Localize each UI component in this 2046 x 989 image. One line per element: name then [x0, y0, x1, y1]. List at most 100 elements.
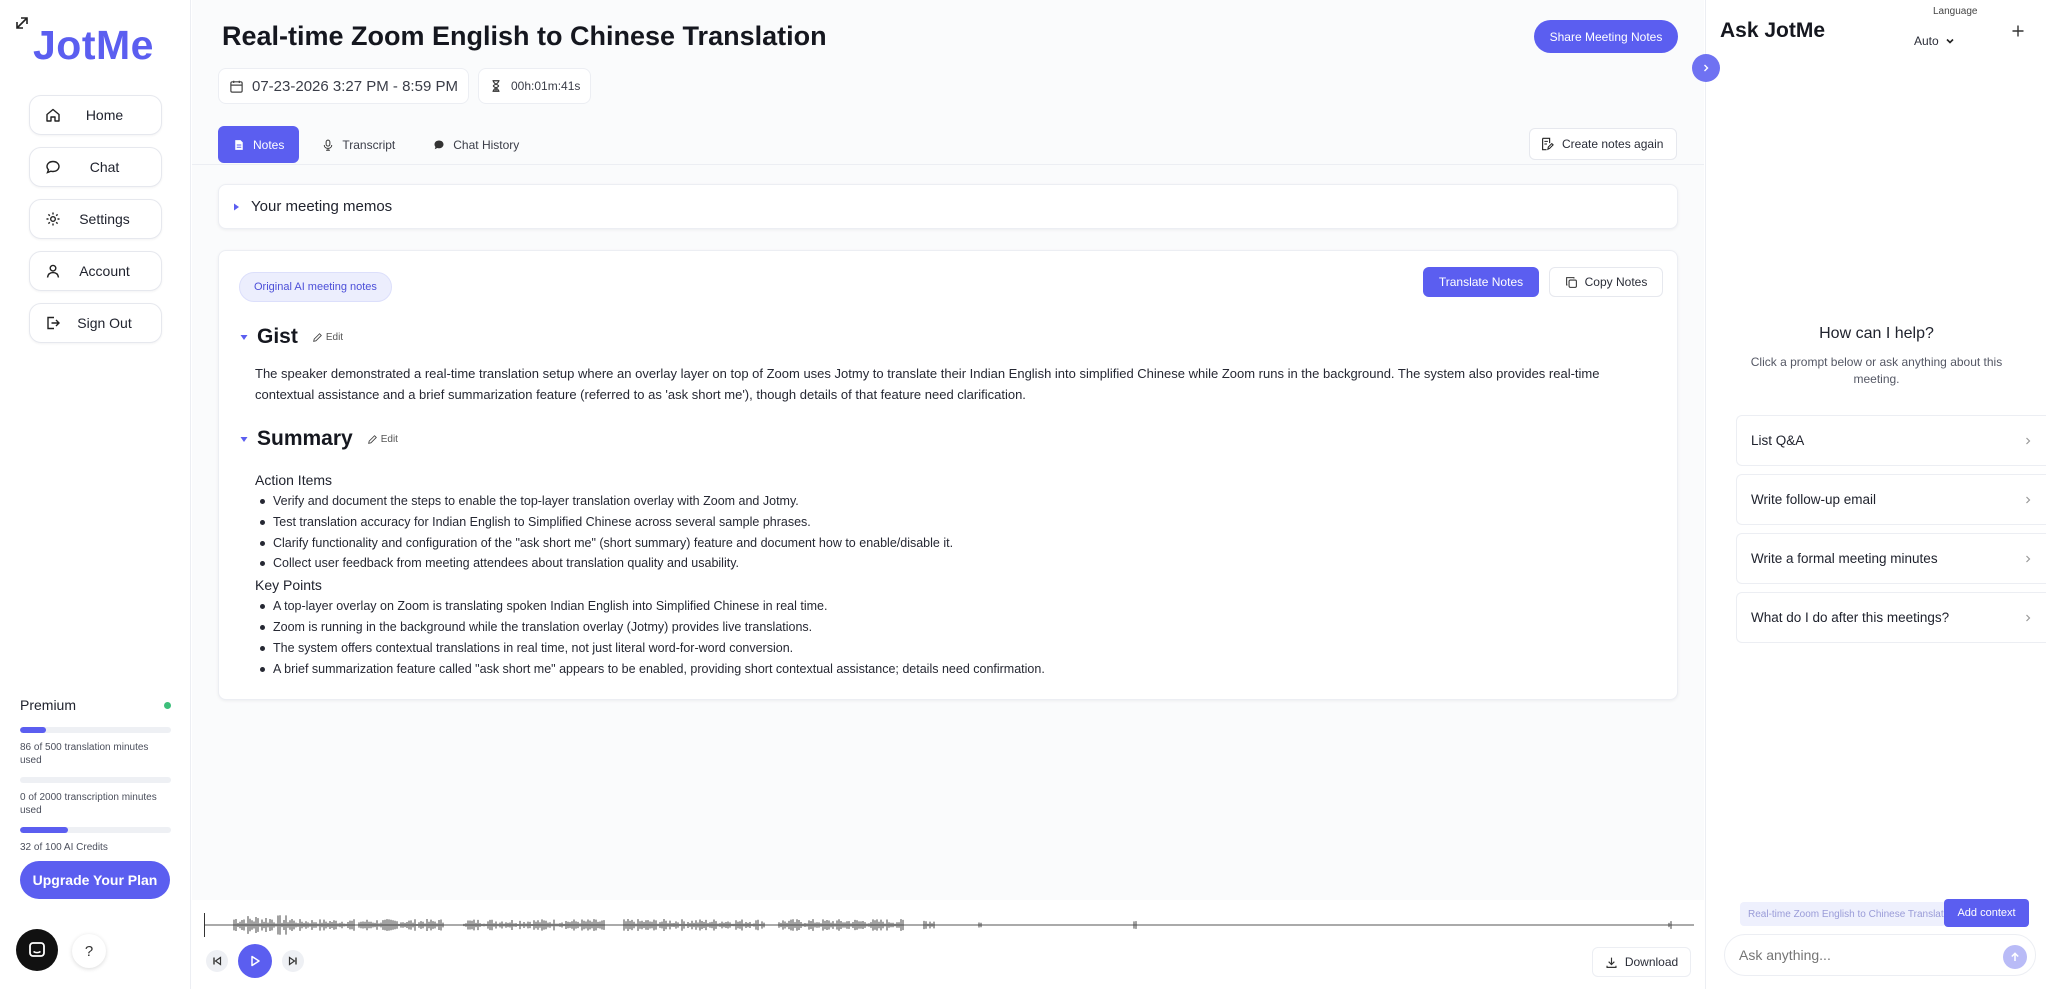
copy-notes-button[interactable]: Copy Notes [1549, 267, 1663, 297]
transcription-usage-meter [20, 777, 171, 783]
prompt-list: List Q&A Write follow-up email Write a f… [1736, 415, 2046, 651]
sidebar-item-home[interactable]: Home [29, 95, 162, 135]
prompt-label: Write follow-up email [1751, 492, 1877, 507]
help-button[interactable]: ? [72, 934, 106, 968]
send-button[interactable] [2003, 945, 2027, 969]
prompt-label: What do I do after this meetings? [1751, 610, 1950, 625]
calendar-icon [230, 80, 243, 93]
edit-gist-button[interactable]: Edit [312, 332, 343, 343]
copy-notes-label: Copy Notes [1584, 275, 1648, 289]
ai-credits-text: 32 of 100 AI Credits [20, 842, 108, 853]
key-points-heading: Key Points [255, 577, 322, 594]
plan-status-dot [164, 701, 171, 709]
meeting-datetime: 07-23-2026 3:27 PM - 8:59 PM [218, 68, 469, 104]
prompt-follow-up-email[interactable]: Write follow-up email [1736, 474, 2046, 525]
action-item: Test translation accuracy for Indian Eng… [255, 512, 1645, 533]
language-select[interactable]: Auto [1914, 30, 1974, 52]
collapse-icon [16, 17, 28, 29]
audio-waveform[interactable] [204, 912, 1694, 938]
chevron-down-icon [1946, 38, 1954, 44]
summary-title: Summary [257, 427, 353, 450]
gear-icon [44, 210, 62, 228]
sidebar: JotMe Home Chat Settings Account Sign Ou… [0, 0, 191, 989]
action-item: Clarify functionality and configuration … [255, 533, 1645, 554]
edit-label: Edit [325, 331, 344, 343]
context-chip[interactable]: Real-time Zoom English to Chinese Transl… [1740, 902, 1946, 926]
edit-summary-button[interactable]: Edit [367, 434, 398, 445]
action-items-heading: Action Items [255, 472, 333, 488]
meeting-memos-toggle[interactable]: Your meeting memos [218, 184, 1678, 229]
key-point: The system offers contextual translation… [255, 638, 1645, 659]
collapse-sidebar-button[interactable] [10, 11, 34, 35]
tab-label: Transcript [342, 137, 396, 152]
chevron-right-icon [2026, 614, 2031, 621]
create-notes-again-label: Create notes again [1562, 137, 1664, 151]
key-point: A brief summarization feature called "as… [255, 659, 1645, 680]
chevron-right-icon [1704, 64, 1709, 72]
summary-header: Summary Edit [239, 427, 398, 451]
new-chat-button[interactable] [2006, 19, 2030, 43]
sidebar-item-account[interactable]: Account [29, 251, 162, 291]
download-button[interactable]: Download [1592, 947, 1691, 977]
plus-icon [2012, 25, 2024, 37]
summary-body: Action Items Verify and document the ste… [255, 469, 1645, 679]
chat-bubble-icon [434, 140, 444, 149]
add-context-button[interactable]: Add context [1944, 899, 2029, 927]
chevron-right-icon [2026, 496, 2031, 503]
edit-note-icon [1542, 137, 1554, 151]
tab-transcript[interactable]: Transcript [307, 126, 410, 163]
chat-icon [44, 158, 62, 176]
tab-chat-history[interactable]: Chat History [418, 126, 534, 163]
language-value: Auto [1914, 34, 1939, 48]
prompt-label: Write a formal meeting minutes [1751, 551, 1938, 566]
support-chat-launcher[interactable] [16, 929, 58, 971]
main-content: Real-time Zoom English to Chinese Transl… [192, 0, 1704, 989]
logo: JotMe [33, 22, 154, 68]
document-icon [235, 139, 243, 150]
skip-forward-button[interactable] [282, 950, 304, 972]
share-meeting-notes-button[interactable]: Share Meeting Notes [1534, 20, 1678, 53]
prompt-next-steps[interactable]: What do I do after this meetings? [1736, 592, 2046, 643]
prompt-label: List Q&A [1751, 433, 1805, 448]
skip-forward-icon [288, 956, 297, 966]
notes-tabs: Notes Transcript Chat History [218, 126, 542, 163]
sidebar-item-sign-out[interactable]: Sign Out [29, 303, 162, 343]
key-point: Zoom is running in the background while … [255, 617, 1645, 638]
microphone-icon [324, 139, 333, 151]
ask-input[interactable] [1739, 947, 1989, 963]
sidebar-item-chat[interactable]: Chat [29, 147, 162, 187]
sidebar-item-label: Chat [89, 159, 120, 175]
translate-notes-button[interactable]: Translate Notes [1423, 267, 1539, 297]
gist-text: The speaker demonstrated a real-time tra… [255, 366, 1600, 402]
caret-down-icon[interactable] [239, 332, 249, 342]
collapse-assistant-button[interactable] [1692, 54, 1720, 82]
original-notes-badge[interactable]: Original AI meeting notes [239, 272, 392, 302]
user-icon [44, 262, 62, 280]
sidebar-item-settings[interactable]: Settings [29, 199, 162, 239]
play-icon [251, 955, 260, 967]
page-title: Real-time Zoom English to Chinese Transl… [222, 21, 827, 51]
transcription-usage-text: 0 of 2000 transcription minutes used [20, 792, 157, 816]
create-notes-again-button[interactable]: Create notes again [1529, 128, 1677, 160]
action-item: Collect user feedback from meeting atten… [255, 553, 1645, 574]
tab-label: Notes [253, 137, 285, 152]
sign-out-icon [44, 314, 62, 332]
meeting-duration: 00h:01m:41s [478, 68, 592, 104]
upgrade-plan-button[interactable]: Upgrade Your Plan [20, 861, 170, 899]
help-subtitle: Click a prompt below or ask anything abo… [1750, 355, 2003, 386]
pencil-icon [367, 434, 377, 444]
notes-card: Original AI meeting notes Translate Note… [218, 250, 1678, 700]
caret-down-icon[interactable] [239, 434, 249, 444]
prompt-meeting-minutes[interactable]: Write a formal meeting minutes [1736, 533, 2046, 584]
play-button[interactable] [238, 944, 272, 978]
skip-back-button[interactable] [206, 950, 228, 972]
pencil-icon [312, 332, 322, 342]
prompt-list-qa[interactable]: List Q&A [1736, 415, 2046, 466]
tab-notes[interactable]: Notes [218, 126, 300, 163]
caret-right-icon [234, 203, 239, 210]
edit-label: Edit [380, 433, 398, 445]
duration-text: 00h:01m:41s [511, 79, 581, 93]
sidebar-nav: Home Chat Settings Account Sign Out [29, 95, 162, 355]
key-points-list: A top-layer overlay on Zoom is translati… [255, 596, 1645, 679]
sidebar-item-label: Account [79, 263, 130, 279]
